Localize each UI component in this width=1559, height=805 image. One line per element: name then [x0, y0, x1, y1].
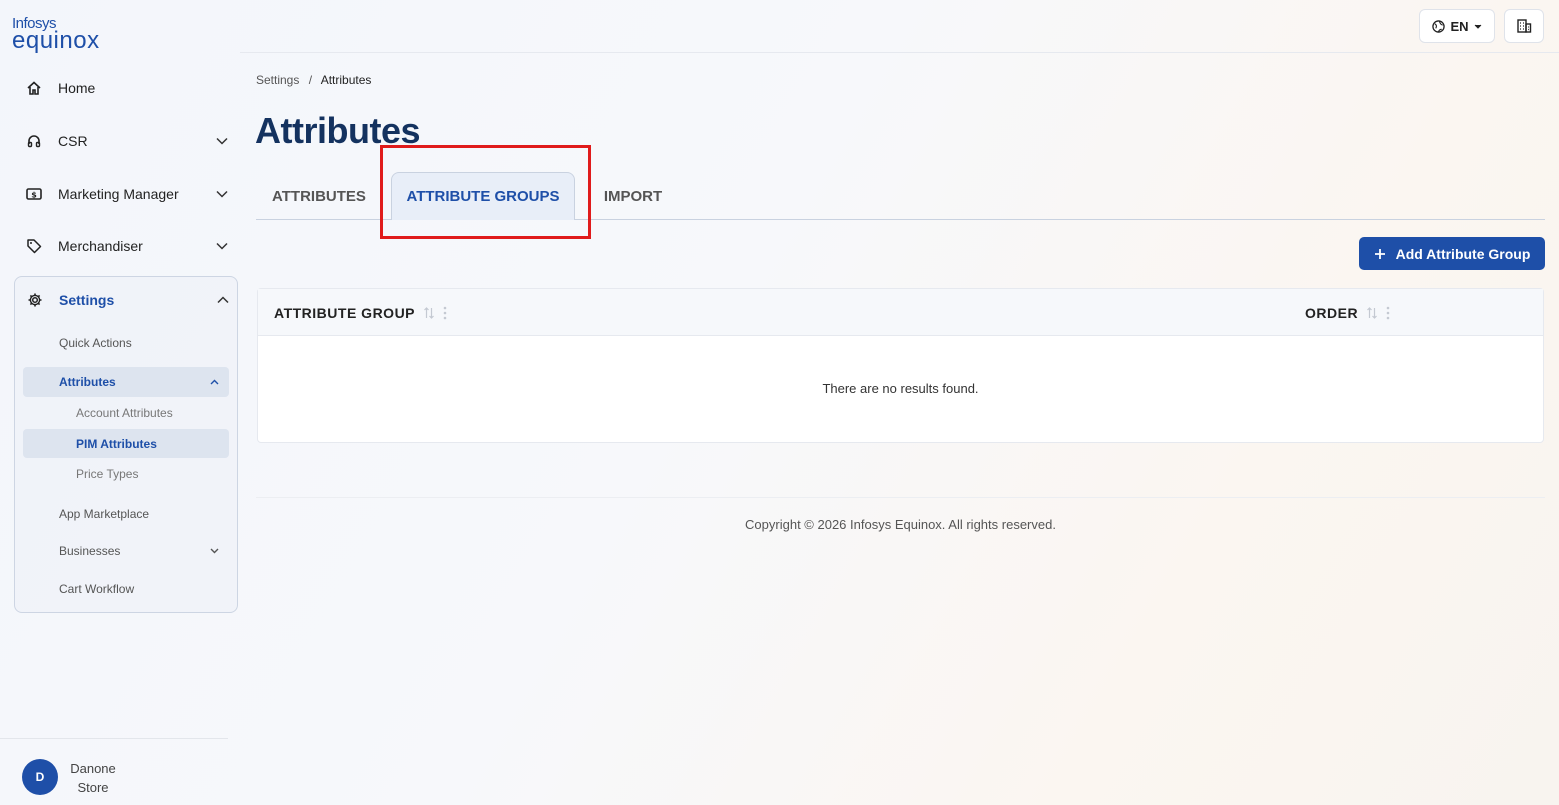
sort-icon[interactable] — [423, 306, 435, 320]
home-icon — [14, 80, 44, 96]
breadcrumb-settings-link[interactable]: Settings — [256, 73, 299, 87]
headset-icon — [14, 133, 44, 149]
user-store-name: Danone Store — [70, 761, 116, 795]
sidebar-subitem-label: Attributes — [59, 375, 116, 389]
chevron-up-icon — [210, 379, 219, 385]
language-selector[interactable]: EN — [1419, 9, 1495, 43]
sidebar-subitem-account-attributes[interactable]: Account Attributes — [23, 398, 229, 427]
attribute-groups-table: ATTRIBUTE GROUP ORDER There are no resul… — [257, 288, 1544, 443]
column-header-attribute-group[interactable]: ATTRIBUTE GROUP — [274, 289, 447, 336]
column-header-label: ORDER — [1305, 304, 1359, 321]
plus-icon — [1374, 248, 1386, 260]
tag-icon — [14, 238, 44, 254]
avatar[interactable]: D — [22, 759, 58, 795]
language-label: EN — [1450, 18, 1469, 34]
chevron-down-icon — [208, 242, 236, 250]
chevron-down-icon — [210, 548, 219, 554]
logo-line2: equinox — [12, 27, 100, 54]
breadcrumb-current: Attributes — [320, 73, 372, 87]
sidebar-item-merchandiser[interactable]: Merchandiser — [14, 226, 236, 266]
sidebar-subitem-label: PIM Attributes — [76, 436, 157, 451]
topbar-divider — [240, 52, 1559, 53]
sidebar-item-label: Merchandiser — [58, 238, 143, 254]
sidebar-subitem-cart-workflow[interactable]: Cart Workflow — [23, 574, 229, 604]
tab-import[interactable]: IMPORT — [590, 172, 676, 220]
sidebar-subitem-pim-attributes[interactable]: PIM Attributes — [23, 429, 229, 458]
sidebar-item-home[interactable]: Home — [14, 68, 236, 108]
sidebar-item-label: Marketing Manager — [58, 186, 179, 202]
sort-icon[interactable] — [1366, 306, 1378, 320]
sidebar-subitem-label: Quick Actions — [59, 336, 132, 350]
globe-icon — [1432, 19, 1446, 33]
footer-copyright: Copyright © 2026 Infosys Equinox. All ri… — [745, 517, 1056, 532]
sidebar-subitem-quick-actions[interactable]: Quick Actions — [23, 328, 229, 358]
add-attribute-group-button[interactable]: Add Attribute Group — [1359, 237, 1545, 270]
sidebar-item-label: Settings — [59, 292, 115, 308]
user-profile[interactable]: D Danone Store — [0, 738, 228, 805]
caret-down-icon — [1474, 24, 1482, 29]
settings-section: Settings Quick Actions Attributes Accoun… — [14, 276, 238, 613]
add-button-label: Add Attribute Group — [1395, 245, 1531, 262]
infosys-equinox-logo[interactable]: Infosys equinox — [12, 16, 100, 53]
sidebar-subitem-app-marketplace[interactable]: App Marketplace — [23, 499, 229, 529]
column-header-label: ATTRIBUTE GROUP — [274, 304, 416, 321]
footer-divider — [256, 497, 1545, 498]
chevron-up-icon — [209, 296, 237, 304]
empty-state-message: There are no results found. — [822, 381, 979, 396]
dollar-icon: $ — [14, 187, 44, 201]
organization-button[interactable] — [1504, 9, 1544, 43]
column-menu-icon[interactable] — [1386, 305, 1390, 321]
sidebar-subitem-label: Businesses — [59, 544, 121, 558]
table-header: ATTRIBUTE GROUP ORDER — [258, 289, 1543, 336]
sidebar-subitem-label: App Marketplace — [59, 507, 150, 521]
sidebar-subitem-price-types[interactable]: Price Types — [23, 459, 229, 488]
sidebar-item-label: CSR — [58, 133, 88, 149]
highlight-box — [380, 145, 591, 239]
sidebar-subitem-label: Account Attributes — [76, 405, 173, 420]
sidebar-subitem-label: Cart Workflow — [59, 582, 135, 596]
chevron-down-icon — [208, 137, 236, 145]
column-header-order[interactable]: ORDER — [1305, 289, 1390, 336]
sidebar-subitem-label: Price Types — [76, 466, 139, 481]
sidebar-item-label: Home — [58, 80, 96, 96]
sidebar-subitem-attributes[interactable]: Attributes — [23, 367, 229, 397]
gear-icon — [15, 292, 45, 308]
column-menu-icon[interactable] — [443, 305, 447, 321]
tab-attributes[interactable]: ATTRIBUTES — [258, 172, 380, 220]
sidebar-item-marketing-manager[interactable]: $ Marketing Manager — [14, 174, 236, 214]
tab-label: ATTRIBUTES — [272, 187, 366, 205]
tab-label: IMPORT — [603, 187, 663, 205]
chevron-down-icon — [208, 190, 236, 198]
sidebar: Infosys equinox Home CSR $ Marketing Man… — [0, 0, 240, 805]
svg-text:$: $ — [31, 191, 37, 200]
sidebar-item-csr[interactable]: CSR — [14, 121, 236, 161]
breadcrumb: Settings / Attributes — [256, 73, 371, 87]
sidebar-subitem-businesses[interactable]: Businesses — [23, 536, 229, 566]
sidebar-item-settings[interactable]: Settings — [15, 285, 237, 315]
breadcrumb-separator: / — [308, 73, 313, 87]
building-icon — [1516, 18, 1532, 34]
